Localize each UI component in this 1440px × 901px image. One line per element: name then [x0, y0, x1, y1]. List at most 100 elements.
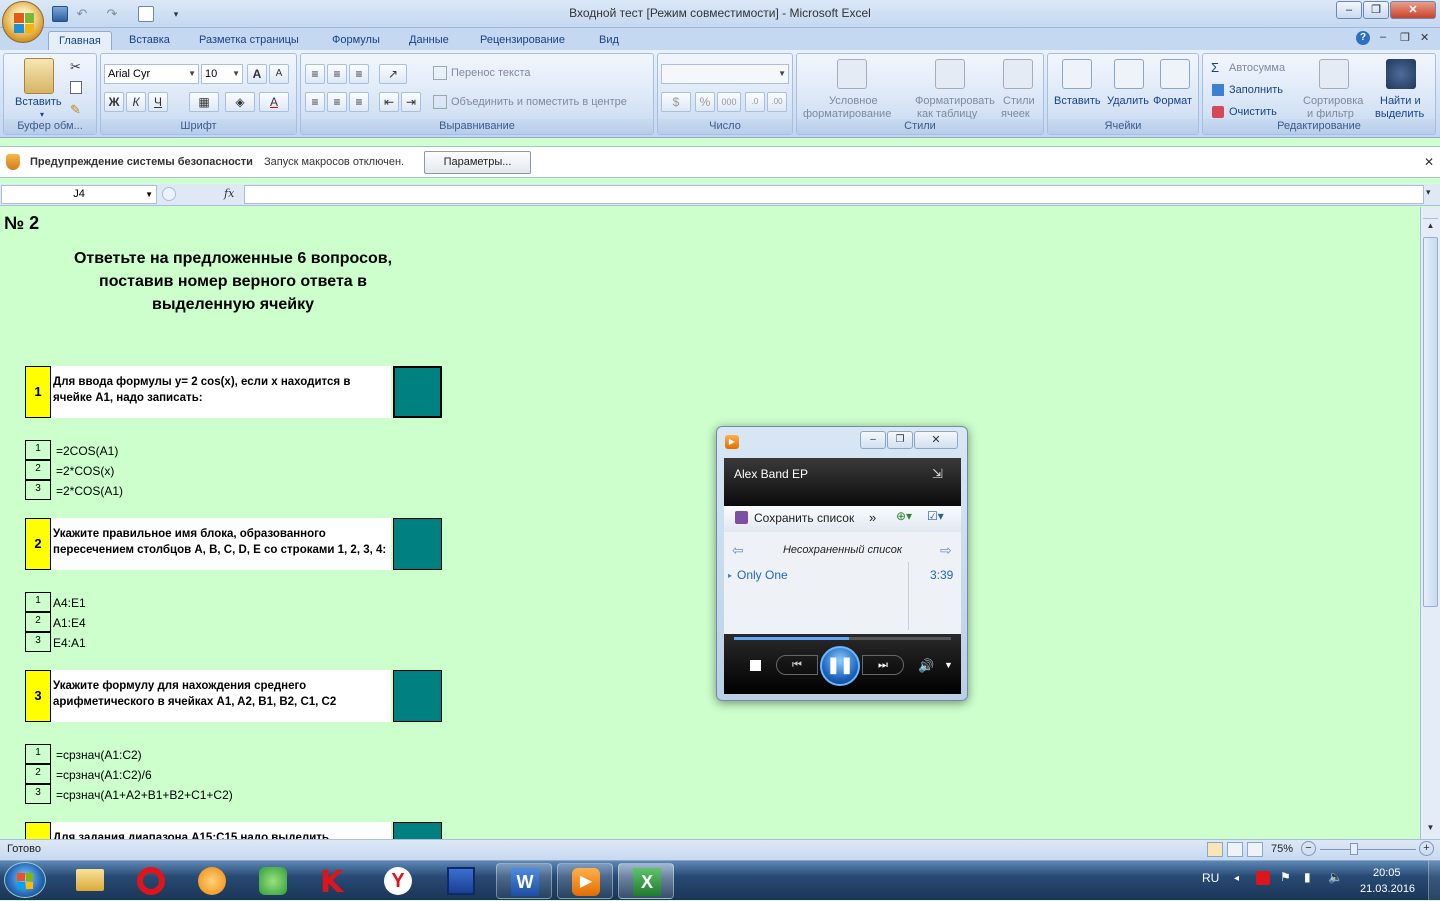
- answer-cell[interactable]: [393, 822, 442, 839]
- taskbar-explorer[interactable]: [62, 863, 118, 899]
- font-name-combo[interactable]: Arial Cyr ▼: [104, 64, 199, 84]
- close-icon[interactable]: ✕: [1424, 155, 1434, 169]
- italic-button[interactable]: К: [126, 92, 146, 112]
- taskbar-media-player[interactable]: ▶: [557, 863, 613, 899]
- find-select-line1[interactable]: Найти и: [1380, 95, 1421, 107]
- tab-data[interactable]: Данные: [399, 31, 459, 50]
- close-button[interactable]: ✕: [1390, 1, 1436, 19]
- taskbar-ok[interactable]: [184, 863, 240, 899]
- format-as-table-line1[interactable]: Форматировать: [915, 95, 995, 107]
- save-list-button[interactable]: Сохранить список: [754, 511, 854, 525]
- stop-icon[interactable]: [750, 660, 761, 671]
- tab-review[interactable]: Рецензирование: [470, 31, 575, 50]
- options-button[interactable]: Параметры...: [424, 151, 531, 174]
- decrease-decimal-icon[interactable]: .00: [767, 92, 787, 112]
- track-title[interactable]: Only One: [737, 568, 788, 582]
- align-left-icon[interactable]: ≡: [305, 92, 325, 112]
- tab-formulas[interactable]: Формулы: [322, 31, 390, 50]
- save-list-icon[interactable]: [735, 511, 748, 524]
- fill-icon[interactable]: [1212, 84, 1224, 96]
- align-middle-icon[interactable]: ≡: [327, 64, 347, 84]
- font-color-button[interactable]: A: [259, 92, 289, 112]
- delete-cells-icon[interactable]: [1114, 59, 1144, 89]
- conditional-format-icon[interactable]: [837, 59, 867, 89]
- cell-styles-line1[interactable]: Стили: [1003, 95, 1035, 107]
- seek-bar[interactable]: [734, 637, 951, 640]
- minimize-button[interactable]: –: [1336, 1, 1362, 19]
- zoom-out-icon[interactable]: −: [1301, 841, 1316, 856]
- tab-view[interactable]: Вид: [589, 31, 629, 50]
- currency-icon[interactable]: $: [661, 92, 691, 112]
- workbook-close-icon[interactable]: ✕: [1420, 31, 1429, 44]
- zoom-level[interactable]: 75%: [1271, 843, 1293, 855]
- decrease-indent-icon[interactable]: ⇤: [379, 92, 399, 112]
- action-center-icon[interactable]: ⚑: [1280, 870, 1291, 884]
- formula-bar-handle-icon[interactable]: [162, 187, 176, 201]
- format-cells-button[interactable]: Формат: [1153, 95, 1192, 107]
- paste-dropdown-icon[interactable]: ▾: [40, 110, 44, 119]
- taskbar-save-app[interactable]: [433, 863, 489, 899]
- add-to-list-icon[interactable]: ⊕▾: [896, 509, 918, 525]
- page-break-view-icon[interactable]: [1247, 842, 1263, 857]
- format-cells-icon[interactable]: [1160, 59, 1190, 89]
- name-box[interactable]: J4 ▼: [1, 185, 157, 204]
- office-button[interactable]: [2, 1, 44, 43]
- taskbar-yandex[interactable]: Y: [370, 863, 426, 899]
- orientation-icon[interactable]: ↗: [379, 64, 407, 84]
- taskbar-opera[interactable]: [123, 863, 179, 899]
- taskbar-word[interactable]: W: [496, 863, 552, 899]
- paste-button[interactable]: Вставить: [15, 96, 62, 108]
- percent-button[interactable]: %: [695, 92, 715, 112]
- merge-center-icon[interactable]: [433, 95, 447, 109]
- insert-cells-button[interactable]: Вставить: [1054, 95, 1101, 107]
- normal-view-icon[interactable]: [1207, 842, 1223, 857]
- sort-filter-icon[interactable]: [1319, 59, 1349, 89]
- chevron-down-icon[interactable]: ▼: [944, 660, 953, 670]
- taskbar-excel[interactable]: X: [618, 863, 674, 899]
- player-minimize-button[interactable]: –: [860, 431, 886, 449]
- conditional-format-line1[interactable]: Условное: [829, 95, 878, 107]
- borders-icon[interactable]: ▦: [189, 92, 219, 112]
- volume-icon[interactable]: 🔊: [918, 658, 934, 674]
- increase-decimal-icon[interactable]: .0: [745, 92, 765, 112]
- tab-insert[interactable]: Вставка: [119, 31, 180, 50]
- wrap-text-button[interactable]: Перенос текста: [451, 67, 531, 79]
- align-right-icon[interactable]: ≡: [349, 92, 369, 112]
- paste-icon[interactable]: [24, 58, 54, 94]
- answer-cell[interactable]: [393, 670, 442, 722]
- delete-cells-button[interactable]: Удалить: [1107, 95, 1149, 107]
- fx-icon[interactable]: fx: [224, 187, 234, 200]
- show-desktop-button[interactable]: [1428, 861, 1440, 901]
- scroll-thumb[interactable]: [1423, 237, 1438, 607]
- clear-icon[interactable]: [1212, 106, 1224, 118]
- previous-icon[interactable]: ⏮: [776, 655, 818, 675]
- vertical-scrollbar[interactable]: ▲ ▼: [1420, 207, 1440, 839]
- speaker-icon[interactable]: 🔈: [1328, 870, 1343, 884]
- fill-color-icon[interactable]: ◈: [225, 92, 255, 112]
- next-icon[interactable]: ⏭: [862, 655, 904, 675]
- player-close-button[interactable]: ✕: [914, 431, 958, 449]
- copy-icon[interactable]: [70, 81, 82, 94]
- merge-center-button[interactable]: Объединить и поместить в центре: [451, 96, 627, 108]
- worksheet[interactable]: № 2 Ответьте на предложенные 6 вопросов,…: [0, 207, 1420, 839]
- answer-cell[interactable]: [393, 366, 442, 418]
- switch-view-icon[interactable]: ⇲: [932, 466, 943, 482]
- underline-button[interactable]: Ч: [148, 92, 168, 112]
- split-handle-icon[interactable]: [1423, 209, 1438, 219]
- insert-cells-icon[interactable]: [1062, 59, 1092, 89]
- network-icon[interactable]: ▮: [1304, 870, 1311, 884]
- language-indicator[interactable]: RU: [1202, 871, 1219, 885]
- tab-home[interactable]: Главная: [48, 31, 112, 50]
- font-size-combo[interactable]: 10 ▼: [201, 64, 243, 84]
- player-maximize-button[interactable]: ❐: [887, 431, 913, 449]
- cut-icon[interactable]: ✂: [70, 59, 81, 75]
- answer-cell[interactable]: [393, 518, 442, 570]
- cell-styles-icon[interactable]: [1003, 59, 1033, 89]
- scroll-up-icon[interactable]: ▲: [1423, 221, 1438, 235]
- page-layout-view-icon[interactable]: [1227, 842, 1243, 857]
- tray-expand-icon[interactable]: ◂: [1234, 873, 1239, 884]
- grow-font-button[interactable]: A: [247, 64, 267, 84]
- formula-input[interactable]: [244, 185, 1424, 204]
- bold-button[interactable]: Ж: [104, 92, 124, 112]
- start-button[interactable]: [4, 862, 46, 898]
